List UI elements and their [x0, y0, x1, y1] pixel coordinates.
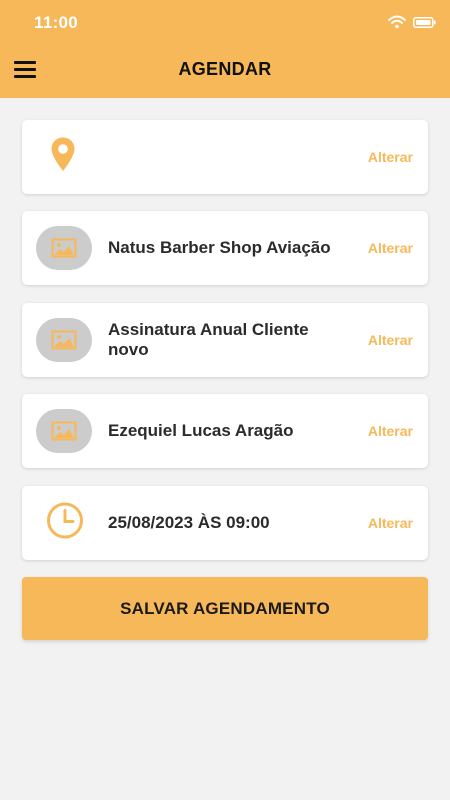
datetime-card: 25/08/2023 ÀS 09:00 Alterar: [22, 486, 428, 560]
service-card: Assinatura Anual Cliente novo Alterar: [22, 303, 428, 377]
shop-card: Natus Barber Shop Aviação Alterar: [22, 211, 428, 285]
save-appointment-button[interactable]: SALVAR AGENDAMENTO: [22, 577, 428, 640]
location-pin-icon: [50, 137, 76, 178]
change-service-link[interactable]: Alterar: [368, 332, 413, 348]
wifi-icon: [388, 15, 406, 29]
battery-icon: [413, 17, 436, 28]
app-header: 11:00 AGENDAR: [0, 0, 450, 98]
status-time: 11:00: [34, 13, 79, 32]
image-icon: [51, 330, 77, 350]
change-professional-link[interactable]: Alterar: [368, 423, 413, 439]
professional-image-placeholder: [36, 409, 92, 453]
image-icon: [51, 421, 77, 441]
change-shop-link[interactable]: Alterar: [368, 240, 413, 256]
appointment-datetime: 25/08/2023 ÀS 09:00: [108, 513, 270, 532]
shop-image-placeholder: [36, 226, 92, 270]
professional-card: Ezequiel Lucas Aragão Alterar: [22, 394, 428, 468]
service-image-placeholder: [36, 318, 92, 362]
image-icon: [51, 238, 77, 258]
location-card: Alterar: [22, 120, 428, 194]
service-name: Assinatura Anual Cliente novo: [108, 320, 309, 359]
page-title: AGENDAR: [178, 59, 272, 79]
professional-name: Ezequiel Lucas Aragão: [108, 421, 294, 440]
shop-name: Natus Barber Shop Aviação: [108, 238, 331, 257]
change-location-link[interactable]: Alterar: [368, 149, 413, 165]
clock-icon: [46, 502, 84, 545]
change-datetime-link[interactable]: Alterar: [368, 515, 413, 531]
